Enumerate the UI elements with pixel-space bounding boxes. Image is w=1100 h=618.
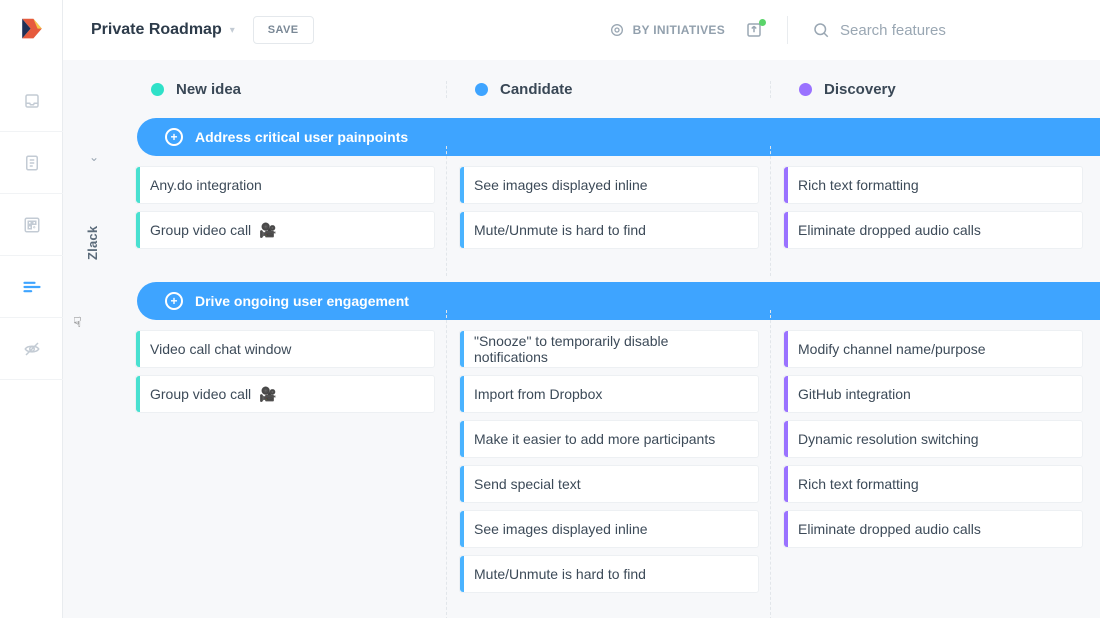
initiative-body: Any.do integration Group video call 🎥 See i… — [123, 156, 1100, 266]
divider — [787, 16, 788, 44]
feature-title: Rich text formatting — [798, 476, 919, 492]
initiative-title: Address critical user painpoints — [195, 129, 408, 145]
feature-title: Rich text formatting — [798, 177, 919, 193]
initiative-header[interactable]: + Drive ongoing user engagement — [137, 282, 1100, 320]
column-title: New idea — [176, 81, 241, 98]
lane-col-new_idea: Video call chat window Group video call 🎥 — [123, 320, 447, 610]
top-bar: Private Roadmap ▾ SAVE BY INITIATIVES — [63, 0, 1100, 60]
feature-title: "Snooze" to temporarily disable notifica… — [474, 333, 744, 365]
status-dot — [799, 83, 812, 96]
video-camera-icon: 🎥 — [259, 222, 276, 239]
feature-card[interactable]: Group video call 🎥 — [135, 375, 435, 413]
rail-item-features[interactable] — [0, 194, 63, 256]
feature-card[interactable]: Send special text — [459, 465, 759, 503]
feature-card[interactable]: Group video call 🎥 — [135, 211, 435, 249]
feature-card[interactable]: Eliminate dropped audio calls — [783, 211, 1083, 249]
add-feature-icon[interactable]: + — [165, 292, 183, 310]
feature-card[interactable]: See images displayed inline — [459, 166, 759, 204]
feature-title: Eliminate dropped audio calls — [798, 222, 981, 238]
feature-card[interactable]: Eliminate dropped audio calls — [783, 510, 1083, 548]
add-feature-icon[interactable]: + — [165, 128, 183, 146]
title-dropdown-caret-icon[interactable]: ▾ — [230, 25, 235, 36]
feature-title: Eliminate dropped audio calls — [798, 521, 981, 537]
column-header-new_idea[interactable]: New idea — [123, 81, 447, 98]
feature-card[interactable]: Any.do integration — [135, 166, 435, 204]
column-header-discovery[interactable]: Discovery — [771, 81, 1095, 98]
column-title: Discovery — [824, 81, 896, 98]
video-camera-icon: 🎥 — [259, 386, 276, 403]
group-by-label: BY INITIATIVES — [633, 23, 725, 37]
feature-card[interactable]: Rich text formatting — [783, 166, 1083, 204]
swimlane-group-name[interactable]: Zlack — [85, 226, 100, 260]
group-collapse-chevron-icon[interactable]: ⌄ — [89, 150, 99, 164]
initiative-title: Drive ongoing user engagement — [195, 293, 409, 309]
lane-col-new_idea: Any.do integration Group video call 🎥 — [123, 156, 447, 266]
feature-title: Send special text — [474, 476, 581, 492]
rail-item-inbox[interactable] — [0, 70, 63, 132]
app-rail — [0, 0, 63, 618]
feature-card[interactable]: Rich text formatting — [783, 465, 1083, 503]
rail-item-portal[interactable] — [0, 318, 63, 380]
feature-card[interactable]: See images displayed inline — [459, 510, 759, 548]
swimlane-group-pane: ⌄ Zlack — [63, 60, 123, 618]
rail-item-roadmap[interactable] — [0, 256, 63, 318]
export-button[interactable] — [745, 21, 763, 39]
status-dot — [475, 83, 488, 96]
brand-logo[interactable] — [0, 0, 63, 60]
feature-title: Modify channel name/purpose — [798, 341, 986, 357]
feature-title: Dynamic resolution switching — [798, 431, 979, 447]
feature-title: See images displayed inline — [474, 177, 648, 193]
search-icon — [812, 21, 830, 39]
feature-card[interactable]: Mute/Unmute is hard to find — [459, 211, 759, 249]
column-title: Candidate — [500, 81, 573, 98]
rail-item-notes[interactable] — [0, 132, 63, 194]
save-button[interactable]: SAVE — [253, 16, 314, 44]
feature-card[interactable]: Dynamic resolution switching — [783, 420, 1083, 458]
feature-card[interactable]: Make it easier to add more participants — [459, 420, 759, 458]
feature-title: Any.do integration — [150, 177, 262, 193]
feature-title: Mute/Unmute is hard to find — [474, 566, 646, 582]
group-by-initiatives[interactable]: BY INITIATIVES — [609, 22, 725, 38]
feature-title: Group video call — [150, 386, 251, 402]
search-box[interactable] — [812, 21, 1072, 39]
status-dot — [151, 83, 164, 96]
feature-card[interactable]: Modify channel name/purpose — [783, 330, 1083, 368]
feature-card[interactable]: Import from Dropbox — [459, 375, 759, 413]
feature-card[interactable]: Mute/Unmute is hard to find — [459, 555, 759, 593]
lane-col-candidate: See images displayed inline Mute/Unmute i… — [447, 156, 771, 266]
feature-title: GitHub integration — [798, 386, 911, 402]
export-badge-dot — [759, 19, 766, 26]
initiative-body: Video call chat window Group video call 🎥 "… — [123, 320, 1100, 610]
feature-title: Mute/Unmute is hard to find — [474, 222, 646, 238]
lane-col-discovery: Modify channel name/purpose GitHub integr… — [771, 320, 1095, 610]
initiative-header[interactable]: + Address critical user painpoints — [137, 118, 1100, 156]
column-headers: New idea Candidate Discovery — [123, 60, 1100, 118]
feature-title: Video call chat window — [150, 341, 291, 357]
feature-card[interactable]: GitHub integration — [783, 375, 1083, 413]
feature-title: Group video call — [150, 222, 251, 238]
feature-title: Make it easier to add more participants — [474, 431, 715, 447]
feature-card[interactable]: Video call chat window — [135, 330, 435, 368]
feature-title: Import from Dropbox — [474, 386, 602, 402]
search-input[interactable] — [840, 22, 1060, 39]
column-header-candidate[interactable]: Candidate — [447, 81, 771, 98]
page-title[interactable]: Private Roadmap — [91, 21, 222, 39]
lane-col-discovery: Rich text formatting Eliminate dropped au… — [771, 156, 1095, 266]
feature-title: See images displayed inline — [474, 521, 648, 537]
lane-col-candidate: "Snooze" to temporarily disable notifica… — [447, 320, 771, 610]
roadmap-board: New idea Candidate Discovery + Address crit… — [123, 60, 1100, 618]
feature-card[interactable]: "Snooze" to temporarily disable notifica… — [459, 330, 759, 368]
